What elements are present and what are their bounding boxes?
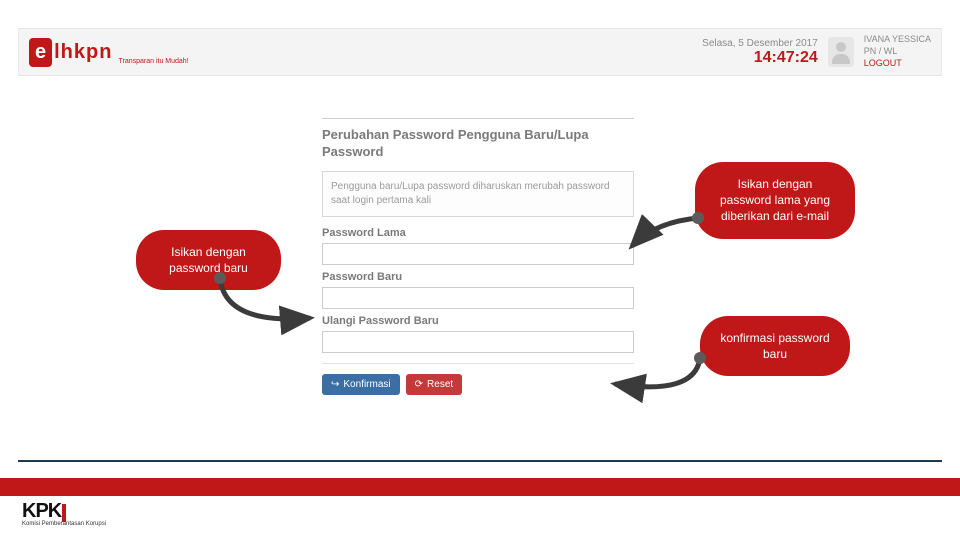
logout-link[interactable]: LOGOUT — [864, 58, 931, 70]
kpk-logo: KPK Komisi Pemberantasan Korupsi — [22, 500, 106, 527]
app-logo: e lhkpn Transparan itu Mudah! — [29, 38, 189, 67]
kpk-logo-text: KPK — [22, 500, 61, 522]
new-password-label: Password Baru — [322, 271, 634, 283]
confirm-button[interactable]: ↪ Konfirmasi — [322, 374, 400, 395]
panel-title: Perubahan Password Pengguna Baru/Lupa Pa… — [322, 127, 634, 161]
callout-confirm-password: konfirmasi password baru — [700, 316, 850, 376]
current-date: Selasa, 5 Desember 2017 — [702, 38, 818, 49]
logo-text: lhkpn — [54, 41, 112, 64]
old-password-input[interactable] — [322, 243, 634, 265]
callout-old-password: Isikan dengan password lama yang diberik… — [695, 162, 855, 239]
share-icon: ↪ — [331, 379, 339, 390]
new-password-input[interactable] — [322, 287, 634, 309]
reset-button[interactable]: ⟳ Reset — [406, 374, 463, 395]
topbar-right: Selasa, 5 Desember 2017 14:47:24 IVANA Y… — [702, 34, 931, 69]
current-time: 14:47:24 — [702, 49, 818, 67]
callout-new-password: Isikan dengan password baru — [136, 230, 281, 290]
user-role: PN / WL — [864, 46, 931, 58]
password-form-panel: Perubahan Password Pengguna Baru/Lupa Pa… — [322, 118, 634, 395]
reset-button-label: Reset — [427, 379, 453, 390]
logo-tagline: Transparan itu Mudah! — [118, 58, 188, 65]
kpk-logo-sub: Komisi Pemberantasan Korupsi — [22, 521, 106, 527]
repeat-password-label: Ulangi Password Baru — [322, 315, 634, 327]
avatar-icon — [828, 37, 854, 67]
logo-e-badge: e — [29, 38, 52, 67]
user-name: IVANA YESSICA — [864, 34, 931, 46]
top-bar: e lhkpn Transparan itu Mudah! Selasa, 5 … — [18, 28, 942, 76]
footer-divider — [18, 460, 942, 462]
confirm-button-label: Konfirmasi — [343, 379, 390, 390]
panel-hint: Pengguna baru/Lupa password diharuskan m… — [322, 171, 634, 217]
old-password-label: Password Lama — [322, 227, 634, 239]
repeat-password-input[interactable] — [322, 331, 634, 353]
refresh-icon: ⟳ — [415, 379, 423, 390]
footer-red-band — [0, 478, 960, 496]
